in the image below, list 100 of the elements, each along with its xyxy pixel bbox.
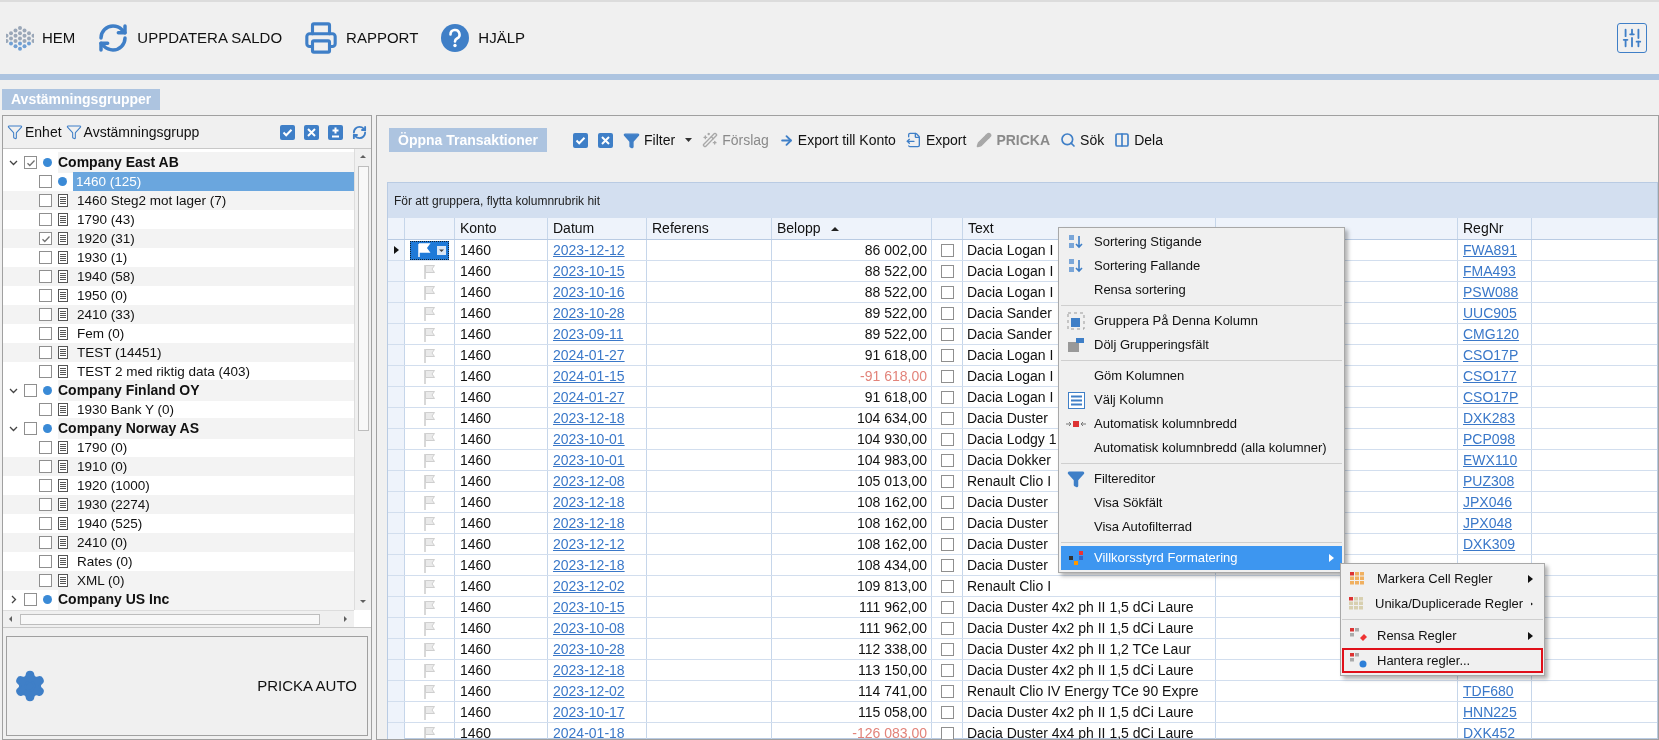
- tree-grouping-toggle[interactable]: Enhet: [7, 121, 62, 143]
- row-header-cell[interactable]: [388, 366, 405, 386]
- date-link[interactable]: 2023-12-02: [553, 680, 625, 702]
- company-name[interactable]: Company Norway AS: [58, 418, 354, 439]
- company-name[interactable]: Company East AB: [58, 152, 354, 173]
- toolbar-button[interactable]: Sök: [1060, 129, 1105, 151]
- checkbox[interactable]: [39, 346, 52, 359]
- date-link[interactable]: 2023-10-01: [553, 428, 625, 450]
- checkbox[interactable]: [39, 232, 52, 245]
- date-link[interactable]: 2023-10-28: [553, 302, 625, 324]
- menu-item[interactable]: Visa Sökfält: [1061, 491, 1342, 515]
- tree-item[interactable]: Rates (0): [74, 552, 354, 571]
- row-header-cell[interactable]: [388, 723, 405, 739]
- row-header-cell[interactable]: [388, 639, 405, 659]
- checkbox[interactable]: [940, 432, 954, 446]
- checkbox[interactable]: [39, 536, 52, 549]
- date-link[interactable]: 2023-10-01: [553, 449, 625, 471]
- row-header-cell[interactable]: [388, 555, 405, 575]
- checkbox[interactable]: [940, 285, 954, 299]
- date-link[interactable]: 2023-10-15: [553, 260, 625, 282]
- settings-button[interactable]: [1617, 23, 1647, 53]
- checkbox[interactable]: [39, 327, 52, 340]
- date-link[interactable]: 2023-10-08: [553, 617, 625, 639]
- date-link[interactable]: 2023-12-18: [553, 491, 625, 513]
- tree-item[interactable]: Fem (0): [74, 324, 354, 343]
- checkbox[interactable]: [940, 684, 954, 698]
- chevron-down-icon[interactable]: [9, 424, 18, 433]
- toolbar-button[interactable]: Export: [905, 129, 967, 151]
- menu-item[interactable]: Unika/Duplicerade Regler: [1342, 591, 1543, 616]
- row-header-cell[interactable]: [388, 702, 405, 722]
- registration-link[interactable]: FWA891: [1463, 239, 1517, 261]
- checkbox[interactable]: [39, 175, 52, 188]
- checkbox[interactable]: [39, 555, 52, 568]
- menu-item[interactable]: Hantera regler...: [1342, 648, 1543, 673]
- date-link[interactable]: 2023-12-02: [553, 575, 625, 597]
- checkbox[interactable]: [39, 460, 52, 473]
- toolbar-button[interactable]: Filter: [623, 129, 693, 151]
- row-header-cell[interactable]: [388, 303, 405, 323]
- company-name[interactable]: Company US Inc: [58, 589, 354, 610]
- checkbox[interactable]: [940, 579, 954, 593]
- date-link[interactable]: 2024-01-15: [553, 365, 625, 387]
- row-header-cell[interactable]: [388, 492, 405, 512]
- checked-box-icon[interactable]: [573, 132, 589, 148]
- menu-item[interactable]: Filtereditor: [1061, 467, 1342, 491]
- checkbox[interactable]: [940, 327, 954, 341]
- checkbox[interactable]: [24, 156, 37, 169]
- registration-link[interactable]: PUZ308: [1463, 470, 1515, 492]
- checkbox[interactable]: [940, 537, 954, 551]
- menu-item[interactable]: Rensa Regler: [1342, 623, 1543, 648]
- toolbar-button[interactable]: Export till Konto: [778, 129, 896, 151]
- checkbox[interactable]: [940, 243, 954, 257]
- checkbox[interactable]: [940, 264, 954, 278]
- row-header-cell[interactable]: [388, 261, 405, 281]
- checkbox[interactable]: [39, 194, 52, 207]
- chevron-down-icon[interactable]: [9, 158, 18, 167]
- column-header[interactable]: RegNr: [1458, 218, 1532, 239]
- tree-item[interactable]: 1950 (0): [74, 286, 354, 305]
- row-header-cell[interactable]: [388, 597, 405, 617]
- row-header-cell[interactable]: [388, 429, 405, 449]
- date-link[interactable]: 2023-10-17: [553, 701, 625, 723]
- checkbox[interactable]: [24, 422, 37, 435]
- checkbox[interactable]: [940, 390, 954, 404]
- checkbox[interactable]: [940, 348, 954, 362]
- date-link[interactable]: 2023-12-18: [553, 512, 625, 534]
- menu-item[interactable]: Visa Autofilterrad: [1061, 515, 1342, 539]
- tree-item[interactable]: 1930 (1): [74, 248, 354, 267]
- checkbox[interactable]: [940, 453, 954, 467]
- menu-item[interactable]: Automatisk kolumnbredd: [1061, 412, 1342, 436]
- checkbox[interactable]: [940, 642, 954, 656]
- tree-item[interactable]: 1930 Bank Y (0): [74, 400, 354, 419]
- checkbox[interactable]: [39, 270, 52, 283]
- checkbox[interactable]: [940, 600, 954, 614]
- row-header-cell[interactable]: [388, 576, 405, 596]
- date-link[interactable]: 2023-12-12: [553, 533, 625, 555]
- checkbox[interactable]: [39, 365, 52, 378]
- row-header-cell[interactable]: [388, 282, 405, 302]
- checkbox[interactable]: [39, 403, 52, 416]
- registration-link[interactable]: JPX048: [1463, 512, 1513, 534]
- checkbox[interactable]: [940, 516, 954, 530]
- registration-link[interactable]: JPX046: [1463, 491, 1513, 513]
- checkbox[interactable]: [940, 663, 954, 677]
- column-header[interactable]: Konto: [455, 218, 548, 239]
- registration-link[interactable]: PCP098: [1463, 428, 1516, 450]
- row-header-cell[interactable]: [388, 681, 405, 701]
- row-header-cell[interactable]: [388, 345, 405, 365]
- chevron-right-icon[interactable]: [9, 595, 18, 604]
- menu-item[interactable]: Sortering Stigande: [1061, 230, 1342, 254]
- date-link[interactable]: 2023-12-08: [553, 470, 625, 492]
- expand-box-icon[interactable]: [328, 124, 343, 140]
- menu-item[interactable]: Gruppera På Denna Kolumn: [1061, 309, 1342, 333]
- checkbox[interactable]: [39, 308, 52, 321]
- tree-item[interactable]: 1790 (43): [74, 210, 354, 229]
- menu-item[interactable]: Automatisk kolumnbredd (alla kolumner): [1061, 436, 1342, 460]
- row-header-cell[interactable]: [388, 324, 405, 344]
- registration-link[interactable]: PSW088: [1463, 281, 1519, 303]
- company-name[interactable]: Company Finland OY: [58, 380, 354, 401]
- menu-item[interactable]: Välj Kolumn: [1061, 388, 1342, 412]
- registration-link[interactable]: CMG120: [1463, 323, 1520, 345]
- checkbox[interactable]: [39, 213, 52, 226]
- checkbox[interactable]: [39, 441, 52, 454]
